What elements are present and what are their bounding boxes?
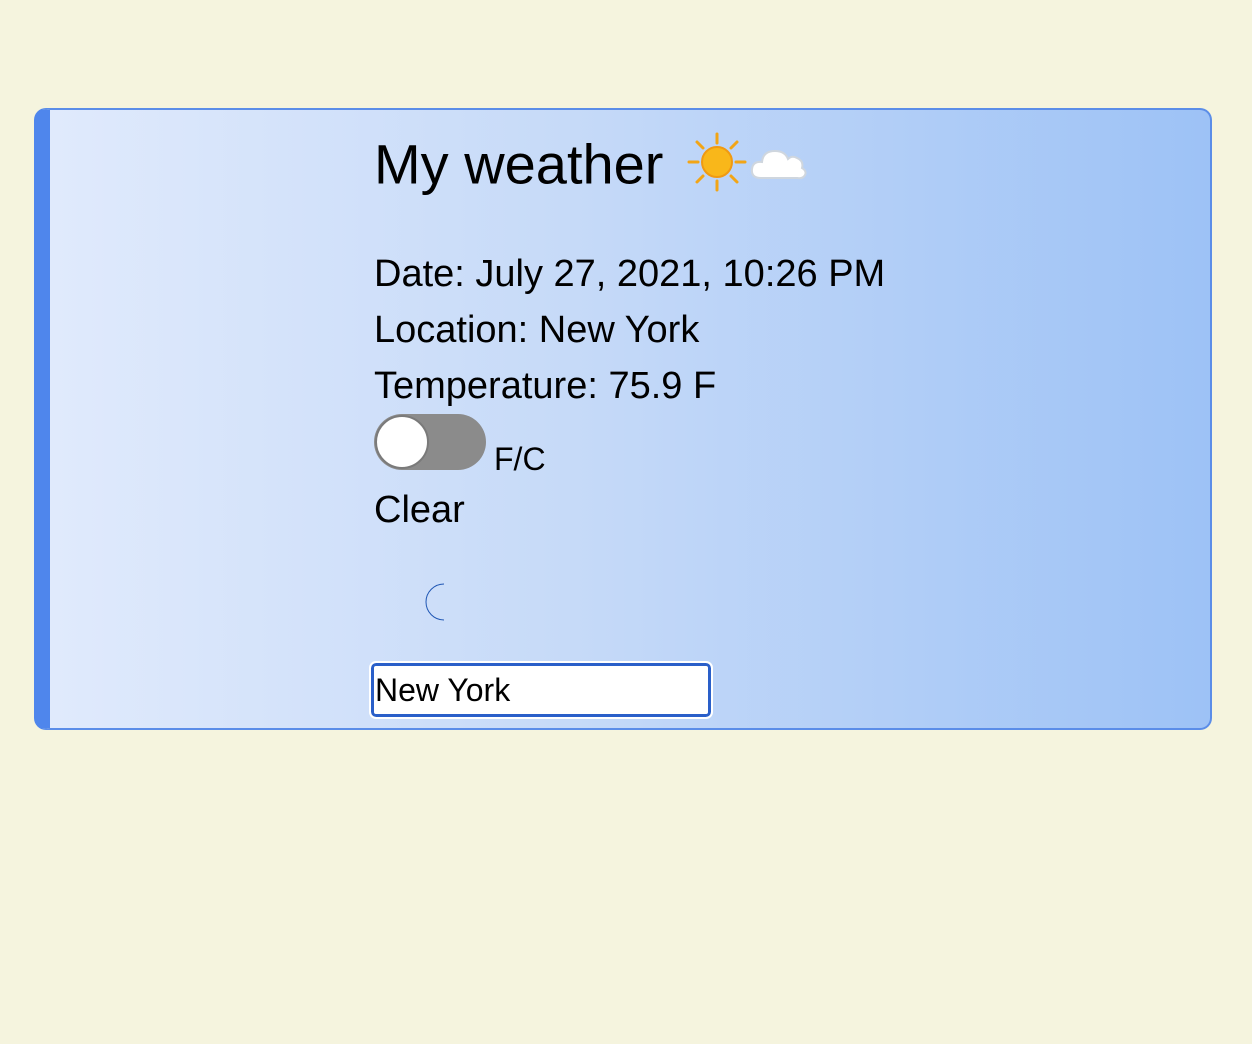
cloud-icon [747,137,809,201]
sun-icon [687,132,747,205]
page-title: My weather [374,132,809,205]
location-text: Location: New York [374,309,700,351]
unit-toggle-label: F/C [494,441,546,477]
city-search-input[interactable] [369,661,713,719]
toggle-knob [375,415,429,469]
unit-toggle-switch[interactable] [374,414,486,470]
temperature-text: Temperature: 75.9 F [374,365,717,407]
page-title-text: My weather [374,132,664,196]
weather-condition: Clear [374,489,465,531]
crescent-moon-icon [414,580,458,624]
date-text: Date: July 27, 2021, 10:26 PM [374,253,886,295]
